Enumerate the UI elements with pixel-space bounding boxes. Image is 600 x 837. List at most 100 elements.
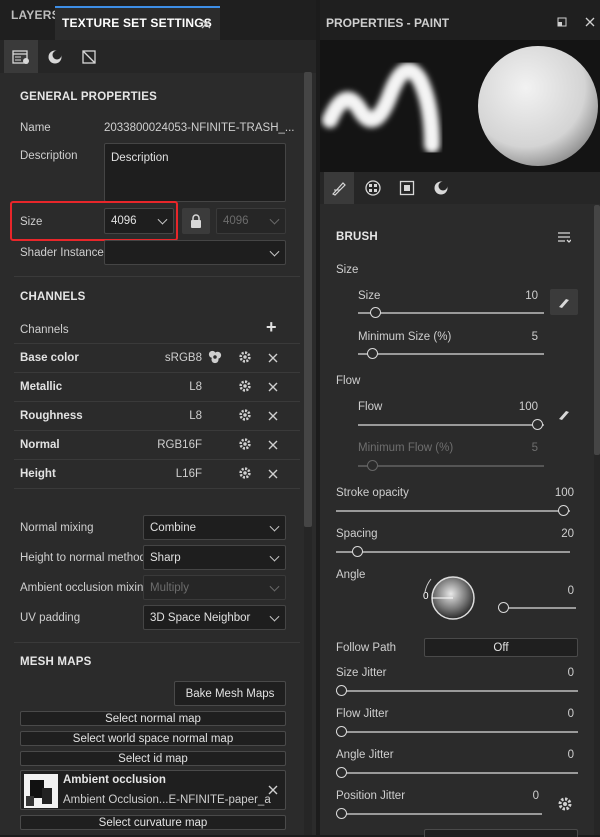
lock-icon <box>191 214 201 228</box>
undock-icon[interactable] <box>557 17 567 27</box>
angle-slider[interactable] <box>498 607 576 609</box>
angle-dial[interactable] <box>421 573 481 623</box>
spacing-value: 20 <box>561 528 574 540</box>
close-tab-icon[interactable] <box>201 19 211 29</box>
select-curvature-map-button[interactable]: Select curvature map <box>20 815 286 830</box>
shader-instance-label: Shader Instance <box>20 247 104 259</box>
channel-format[interactable]: sRGB8 <box>165 352 202 364</box>
add-channel-icon[interactable]: + <box>266 317 277 338</box>
position-jitter-settings-icon[interactable] <box>557 796 573 812</box>
left-tab-bar: LAYERS TEXTURE SET SETTINGS <box>0 0 316 40</box>
channel-format[interactable]: L16F <box>176 468 202 480</box>
channel-settings-gear-icon[interactable] <box>238 350 252 364</box>
right-scrollbar[interactable] <box>594 205 600 835</box>
slider-knob[interactable] <box>336 726 347 737</box>
tab-texture-set-settings[interactable]: TEXTURE SET SETTINGS <box>62 16 212 30</box>
channels-heading: CHANNELS <box>20 291 86 303</box>
slider-knob[interactable] <box>351 546 363 557</box>
angle-dial-value: 0 <box>423 591 429 602</box>
color-profile-icon[interactable] <box>208 350 222 364</box>
slider-knob[interactable] <box>532 419 543 430</box>
brush-menu-icon[interactable] <box>557 230 571 244</box>
height-to-normal-label: Height to normal method <box>20 552 146 564</box>
flow-pen-pressure-icon[interactable] <box>558 408 570 420</box>
slider-knob[interactable] <box>366 348 378 359</box>
remove-channel-icon[interactable] <box>267 410 279 422</box>
follow-path-toggle[interactable]: Off <box>424 638 578 657</box>
subtab-material[interactable] <box>426 172 456 204</box>
angle-jitter-slider[interactable] <box>336 772 578 774</box>
slider-knob[interactable] <box>336 767 347 778</box>
remove-channel-icon[interactable] <box>267 381 279 393</box>
channel-settings-gear-icon[interactable] <box>238 408 252 422</box>
left-scrollbar[interactable] <box>304 72 312 835</box>
pen-pressure-icon <box>559 299 569 308</box>
subtab-alpha[interactable] <box>358 172 388 204</box>
position-jitter-value: 0 <box>532 790 539 802</box>
subtab-shader[interactable] <box>38 40 72 73</box>
description-textarea[interactable]: Description <box>104 143 286 202</box>
channel-name: Height <box>20 468 56 480</box>
slider-knob[interactable] <box>336 685 347 696</box>
spacing-slider[interactable] <box>336 551 570 553</box>
position-jitter-slider[interactable] <box>336 813 542 815</box>
slider-knob[interactable] <box>498 602 509 613</box>
description-label: Description <box>20 150 78 162</box>
select-normal-map-button[interactable]: Select normal map <box>20 711 286 726</box>
uv-padding-select[interactable]: 3D Space Neighbor <box>143 605 286 630</box>
min-size-slider[interactable] <box>358 353 544 355</box>
right-scrollbar-thumb[interactable] <box>594 205 600 455</box>
subtab-brush[interactable] <box>324 172 354 204</box>
ambient-occlusion-slot[interactable]: Ambient occlusion Ambient Occlusion...E-… <box>20 770 286 810</box>
size-lock-button[interactable] <box>182 208 210 234</box>
channel-settings-gear-icon[interactable] <box>238 379 252 393</box>
channel-settings-gear-icon[interactable] <box>238 466 252 480</box>
flow-jitter-slider[interactable] <box>336 731 578 733</box>
description-text: Description <box>111 152 169 164</box>
size-select[interactable]: 4096 <box>104 208 174 234</box>
shader-instance-select[interactable] <box>104 240 286 265</box>
subtab-stencil[interactable] <box>392 172 422 204</box>
channel-format[interactable]: L8 <box>189 381 202 393</box>
texture-set-panel: LAYERS TEXTURE SET SETTINGS GENERAL PROP… <box>0 0 316 835</box>
height-to-normal-value: Sharp <box>150 551 181 564</box>
channel-settings-gear-icon[interactable] <box>238 437 252 451</box>
brush-heading: BRUSH <box>336 231 378 243</box>
size-pen-pressure-button[interactable] <box>550 289 578 315</box>
uv-padding-label: UV padding <box>20 612 81 624</box>
subtab-settings[interactable] <box>4 40 38 73</box>
select-world-normal-map-button[interactable]: Select world space normal map <box>20 731 286 746</box>
left-scrollbar-thumb[interactable] <box>304 72 312 527</box>
ao-title: Ambient occlusion <box>63 774 166 786</box>
flow-slider[interactable] <box>358 424 544 426</box>
spacing-label: Spacing <box>336 528 378 540</box>
partial-control[interactable] <box>424 829 578 837</box>
slider-knob[interactable] <box>370 307 382 318</box>
flow-group-label: Flow <box>336 375 361 387</box>
remove-channel-icon[interactable] <box>267 468 279 480</box>
channel-format[interactable]: L8 <box>189 410 202 422</box>
remove-ao-map-icon[interactable] <box>267 784 279 796</box>
tab-layers[interactable]: LAYERS <box>11 8 60 22</box>
slider-knob <box>366 460 378 471</box>
brush-size-slider[interactable] <box>358 312 544 314</box>
channel-name: Normal <box>20 439 60 451</box>
height-to-normal-select[interactable]: Sharp <box>143 545 286 570</box>
remove-channel-icon[interactable] <box>267 352 279 364</box>
select-id-map-button[interactable]: Select id map <box>20 751 286 766</box>
slider-knob[interactable] <box>558 505 569 516</box>
channel-format[interactable]: RGB16F <box>157 439 202 451</box>
flow-jitter-label: Flow Jitter <box>336 708 389 720</box>
size-jitter-slider[interactable] <box>336 690 578 692</box>
stroke-opacity-slider[interactable] <box>336 510 570 512</box>
bake-mesh-maps-button[interactable]: Bake Mesh Maps <box>174 681 286 706</box>
normal-mixing-select[interactable]: Combine <box>143 515 286 540</box>
stroke-opacity-value: 100 <box>554 487 574 499</box>
close-panel-icon[interactable] <box>585 17 595 27</box>
left-subtab-bar <box>0 40 316 73</box>
tab-texture-set-settings-bg[interactable]: TEXTURE SET SETTINGS <box>55 6 220 40</box>
slider-knob[interactable] <box>336 808 347 819</box>
remove-channel-icon[interactable] <box>267 439 279 451</box>
size-group-label: Size <box>336 264 359 276</box>
subtab-uv[interactable] <box>72 40 106 73</box>
